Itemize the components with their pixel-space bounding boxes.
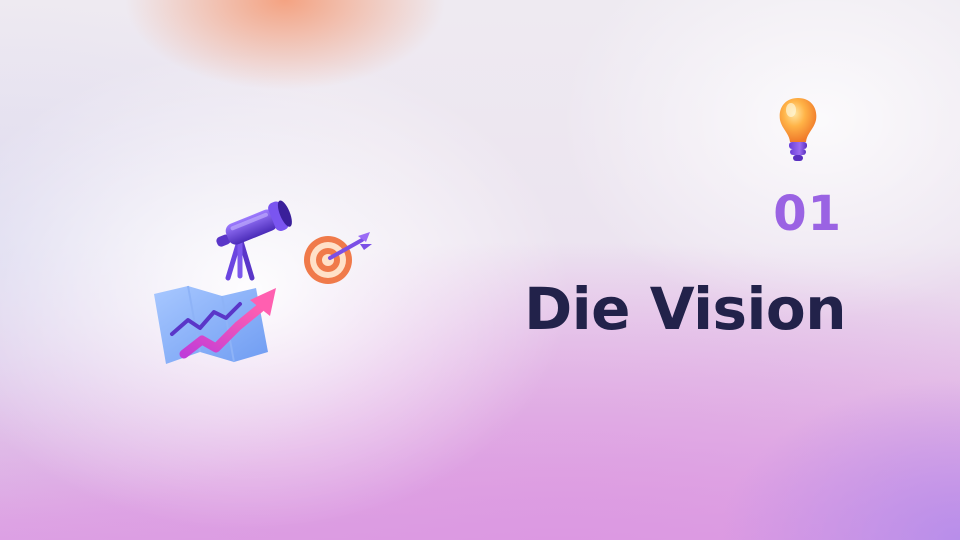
lightbulb-icon xyxy=(779,98,817,161)
section-title: Die Vision xyxy=(524,275,846,343)
map-growth-chart-icon xyxy=(154,285,276,364)
target-dart-icon xyxy=(304,232,372,284)
telescope-icon xyxy=(216,200,292,281)
slide: { "section": { "number": "01", "title": … xyxy=(0,0,960,540)
section-number: 01 xyxy=(773,186,842,242)
